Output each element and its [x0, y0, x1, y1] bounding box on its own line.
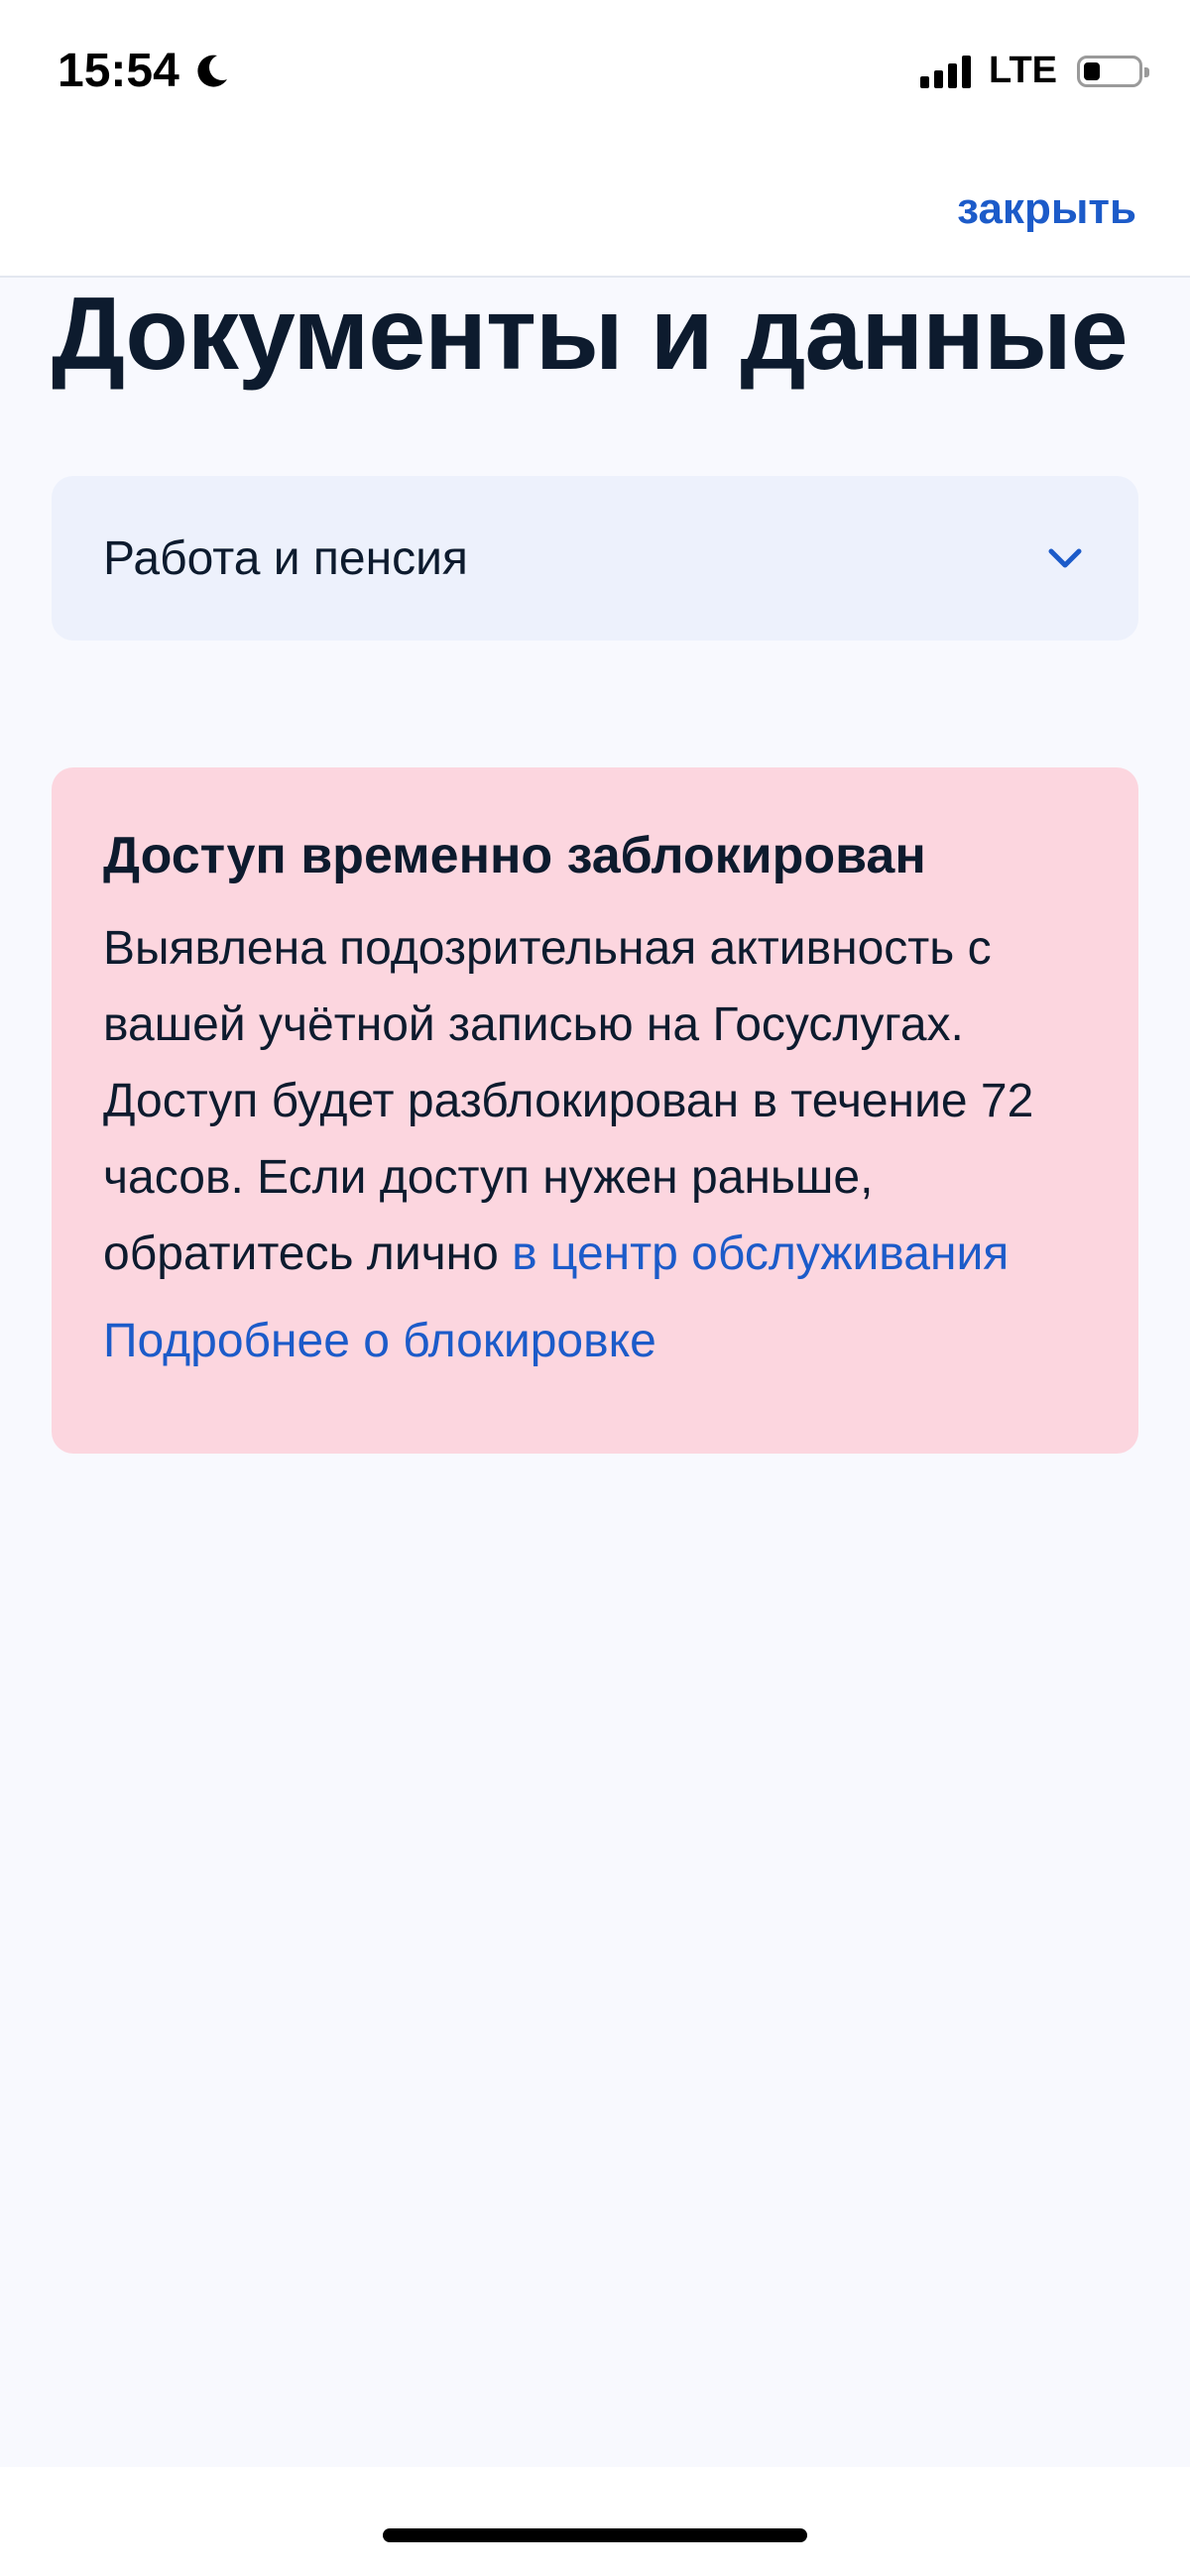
status-bar: 15:54 LTE [0, 0, 1190, 149]
battery-tip [1144, 66, 1149, 77]
moon-icon [197, 55, 227, 87]
close-button[interactable]: закрыть [957, 184, 1136, 234]
category-dropdown[interactable]: Работа и пенсия [52, 476, 1138, 641]
battery-level [1084, 61, 1100, 80]
network-type-label: LTE [989, 50, 1057, 91]
category-dropdown-value: Работа и пенсия [103, 531, 468, 585]
top-navigation-bar: закрыть [0, 149, 1190, 278]
status-indicators: LTE [920, 50, 1149, 92]
page-title: Документы и данные [52, 277, 1129, 392]
service-center-link[interactable]: в центр обслуживания [512, 1228, 1009, 1280]
status-time-text: 15:54 [58, 45, 179, 97]
alert-body: Выявлена подозрительная активность с ваш… [103, 910, 1087, 1292]
block-details-link[interactable]: Подробнее о блокировке [103, 1314, 1087, 1368]
bottom-safe-area [0, 2467, 1190, 2576]
chevron-down-icon [1048, 548, 1082, 568]
signal-icon [920, 55, 972, 88]
alert-title: Доступ временно заблокирован [103, 827, 926, 884]
access-blocked-alert: Доступ временно заблокирован Выявлена по… [52, 767, 1138, 1454]
status-time: 15:54 [58, 44, 231, 98]
home-indicator [383, 2528, 807, 2542]
battery-icon [1077, 55, 1149, 87]
